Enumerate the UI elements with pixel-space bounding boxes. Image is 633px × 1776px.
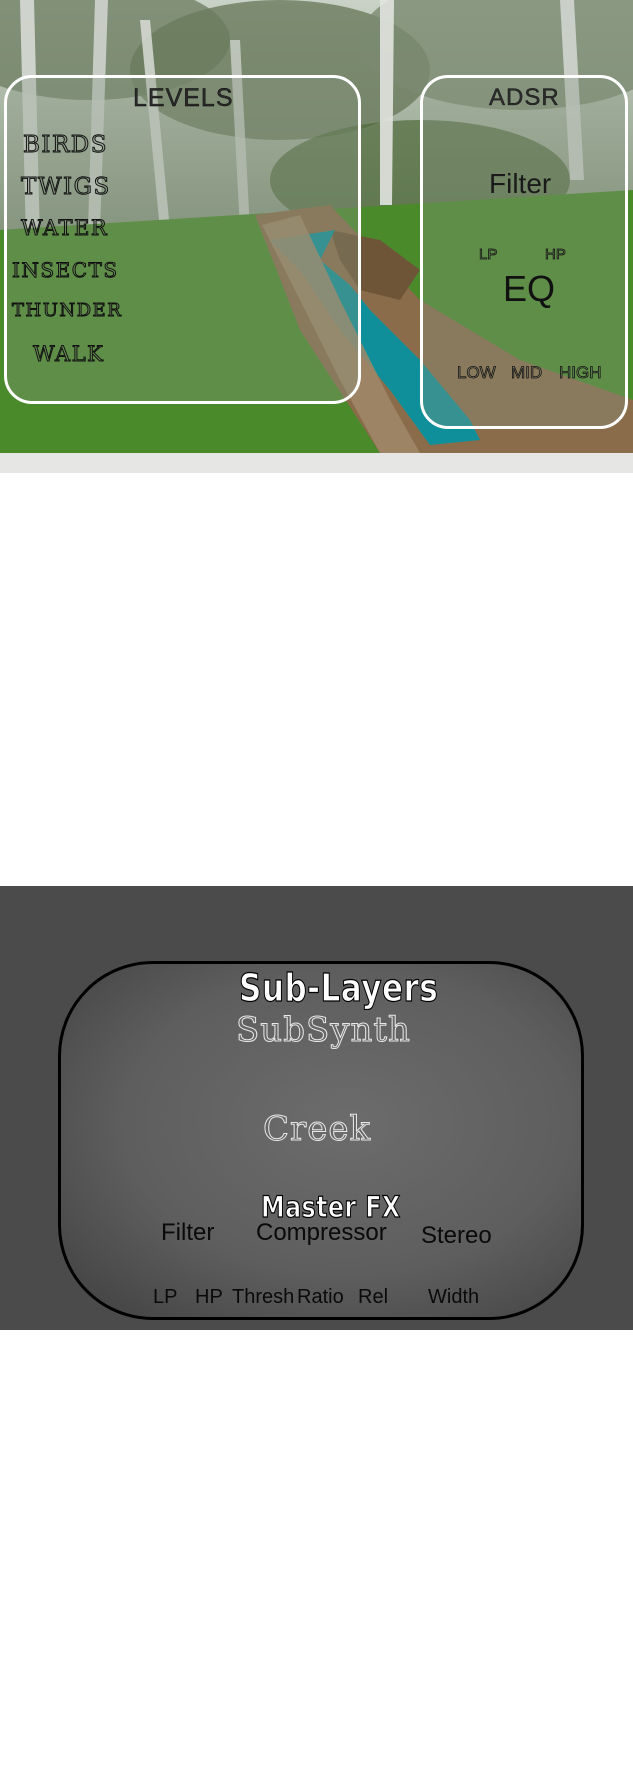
- level-birds-label[interactable]: BIRDS: [22, 132, 108, 159]
- fx-lp-knob-label[interactable]: LP: [153, 1286, 177, 1309]
- level-water-label[interactable]: WATER: [20, 216, 108, 241]
- eq-mid-label[interactable]: MID: [511, 363, 543, 383]
- fx-ratio-knob-label[interactable]: Ratio: [297, 1286, 344, 1309]
- level-twigs-label[interactable]: TWIGS: [21, 174, 111, 201]
- levels-title: LEVELS: [133, 84, 234, 112]
- adsr-title: ADSR: [489, 84, 560, 111]
- eq-high-label[interactable]: HIGH: [559, 363, 602, 383]
- fx-card: Sub-Layers SubSynth Creek Master FX Filt…: [58, 961, 584, 1320]
- creek-label[interactable]: Creek: [262, 1109, 371, 1150]
- subsynth-label[interactable]: SubSynth: [236, 1010, 411, 1051]
- scene-background: LEVELS BIRDS TWIGS WATER INSECTS THUNDER…: [0, 0, 633, 453]
- adsr-filter-label[interactable]: Filter: [489, 168, 551, 200]
- fx-hp-knob-label[interactable]: HP: [195, 1286, 223, 1309]
- levels-panel: LEVELS BIRDS TWIGS WATER INSECTS THUNDER…: [4, 75, 361, 404]
- fx-width-knob-label[interactable]: Width: [428, 1286, 479, 1309]
- scene-bottom-strip: [0, 453, 633, 473]
- fx-stereo-section: Stereo: [421, 1222, 492, 1249]
- eq-low-label[interactable]: LOW: [457, 363, 497, 383]
- fx-rel-knob-label[interactable]: Rel: [358, 1286, 388, 1309]
- fx-filter-section: Filter: [161, 1219, 215, 1246]
- adsr-lp-label[interactable]: LP: [479, 246, 498, 264]
- level-insects-label[interactable]: INSECTS: [12, 258, 119, 283]
- adsr-hp-label[interactable]: HP: [545, 246, 567, 264]
- level-walk-label[interactable]: WALK: [32, 342, 104, 367]
- fx-compressor-section: Compressor: [256, 1219, 387, 1246]
- adsr-panel: ADSR Filter LP HP EQ LOW MID HIGH: [420, 75, 628, 429]
- fx-thresh-knob-label[interactable]: Thresh: [232, 1286, 294, 1309]
- adsr-eq-label[interactable]: EQ: [503, 268, 555, 310]
- level-thunder-label[interactable]: THUNDER: [11, 300, 122, 322]
- fx-area: Sub-Layers SubSynth Creek Master FX Filt…: [0, 886, 633, 1330]
- sub-layers-title: Sub-Layers: [239, 965, 439, 1010]
